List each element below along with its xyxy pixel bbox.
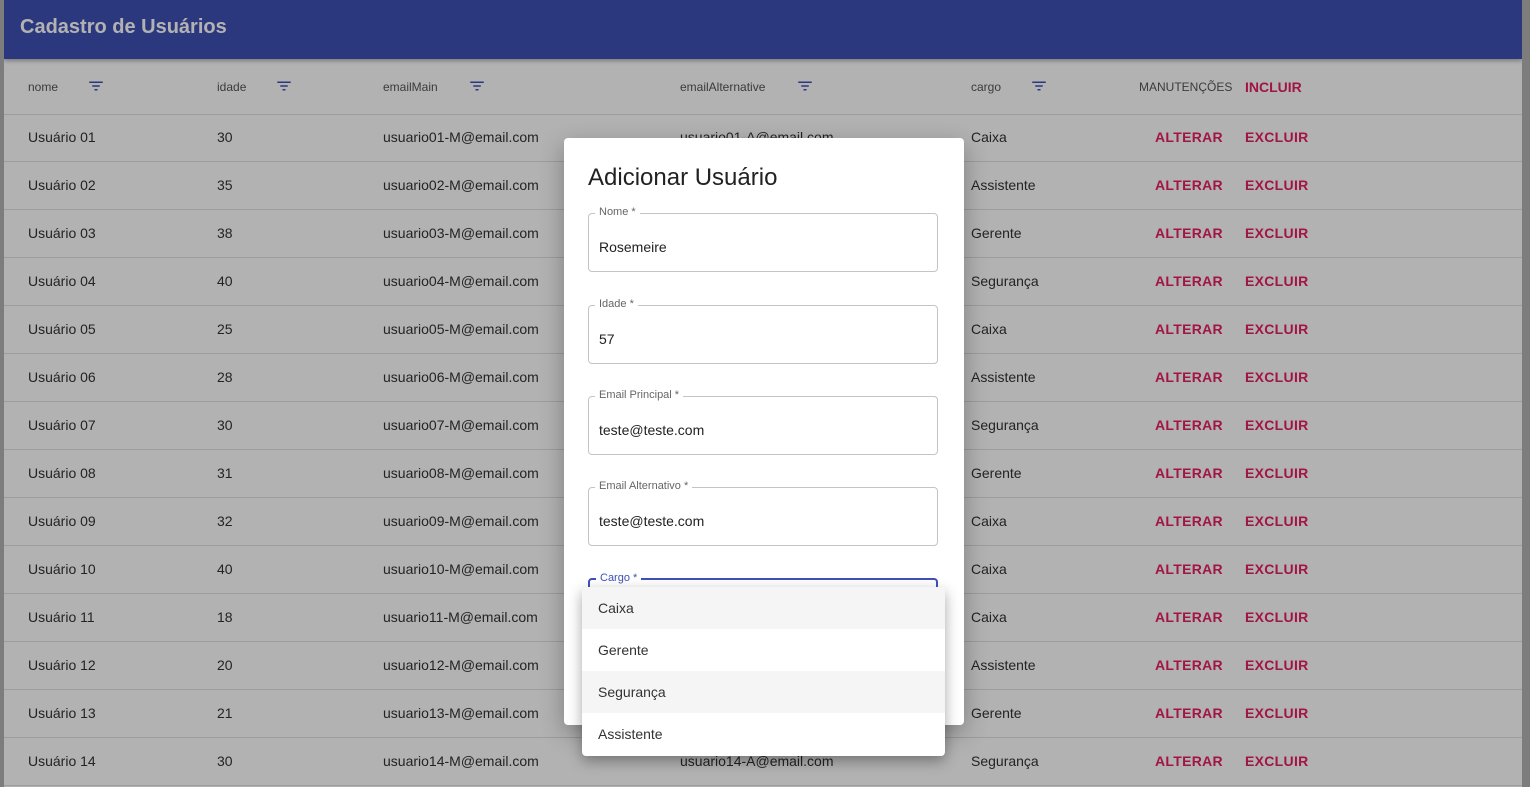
cargo-option-seguranca[interactable]: Segurança — [582, 671, 945, 713]
email-principal-field[interactable]: Email Principal * teste@teste.com — [588, 389, 938, 455]
nome-field[interactable]: Nome * Rosemeire — [588, 206, 938, 272]
cargo-option-gerente[interactable]: Gerente — [582, 629, 945, 671]
dialog-title: Adicionar Usuário — [588, 164, 778, 191]
cargo-options-menu: Caixa Gerente Segurança Assistente — [582, 587, 945, 756]
email-principal-input[interactable]: teste@teste.com — [599, 397, 919, 454]
email-alternativo-field[interactable]: Email Alternativo * teste@teste.com — [588, 480, 938, 546]
idade-input[interactable]: 57 — [599, 306, 919, 363]
email-alternativo-input[interactable]: teste@teste.com — [599, 488, 919, 545]
nome-input[interactable]: Rosemeire — [599, 214, 919, 271]
cargo-option-assistente[interactable]: Assistente — [582, 713, 945, 755]
idade-field[interactable]: Idade * 57 — [588, 298, 938, 364]
cargo-option-caixa[interactable]: Caixa — [582, 587, 945, 629]
